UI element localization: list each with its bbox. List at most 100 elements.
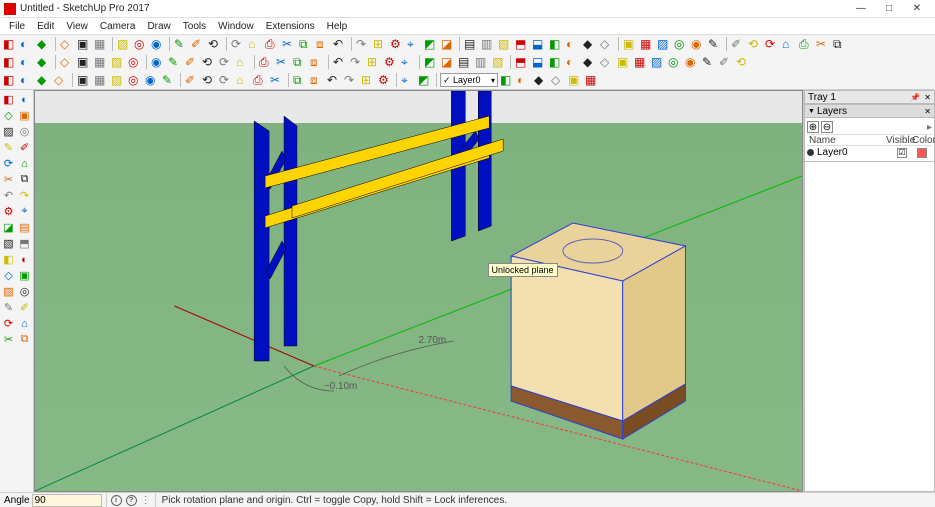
menu-tools[interactable]: Tools xyxy=(178,20,211,33)
paint-icon[interactable]: ◆ xyxy=(36,54,52,70)
ungrp-icon[interactable]: ◆ xyxy=(36,72,52,88)
sel-icon[interactable]: ◧ xyxy=(1,92,16,107)
list-icon[interactable]: ◪ xyxy=(440,36,456,52)
pencil-icon[interactable]: ◇ xyxy=(1,108,16,123)
hatch6-icon[interactable]: ◧ xyxy=(548,36,564,52)
sb5-icon[interactable]: ⧉ xyxy=(292,72,308,88)
menu-extensions[interactable]: Extensions xyxy=(261,20,320,33)
layer-visible-checkbox[interactable]: ☑ xyxy=(897,148,907,158)
knife-icon[interactable]: ✂ xyxy=(1,172,16,187)
l3-icon[interactable]: ⟲ xyxy=(201,72,217,88)
help-icon[interactable]: ? xyxy=(126,495,137,506)
pat5-icon[interactable]: ◉ xyxy=(690,36,706,52)
menu-view[interactable]: View xyxy=(61,20,93,33)
layer-color-swatch[interactable] xyxy=(917,148,927,158)
info-icon[interactable]: i xyxy=(111,495,122,506)
ax-icon[interactable]: ◐ xyxy=(17,252,32,267)
select-icon[interactable]: ◧ xyxy=(2,54,18,70)
la5-icon[interactable]: ▣ xyxy=(567,72,583,88)
cfg4-icon[interactable]: ✂ xyxy=(281,36,297,52)
iso3-icon[interactable]: ⊞ xyxy=(360,72,376,88)
foot-icon[interactable]: ✂ xyxy=(1,332,16,347)
house3-icon[interactable]: ⚙ xyxy=(389,36,405,52)
prot2-icon[interactable]: ▤ xyxy=(17,220,32,235)
view6-icon[interactable]: ▨ xyxy=(650,54,666,70)
sb2-icon[interactable]: ⌂ xyxy=(235,72,251,88)
sect-icon[interactable]: ✎ xyxy=(1,300,16,315)
layer-dropdown[interactable]: ✓ Layer0 xyxy=(440,73,498,87)
folder-icon[interactable]: ◆ xyxy=(36,36,52,52)
offset-icon[interactable]: ⟳ xyxy=(218,54,234,70)
img-icon[interactable]: ⬓ xyxy=(531,54,547,70)
plus-icon[interactable]: ◧ xyxy=(2,36,18,52)
iso1-icon[interactable]: ↶ xyxy=(326,72,342,88)
house4-icon[interactable]: ⌖ xyxy=(406,36,422,52)
sel2-icon[interactable]: ◧ xyxy=(2,72,18,88)
swirl1-icon[interactable]: ▨ xyxy=(1,124,16,139)
add-layer-button[interactable]: ⊕ xyxy=(807,121,819,133)
prot-icon[interactable]: ⧉ xyxy=(292,54,308,70)
rect2-icon[interactable]: ◎ xyxy=(127,72,143,88)
section-icon[interactable]: ⬒ xyxy=(514,54,530,70)
pan-icon[interactable]: ⊞ xyxy=(366,54,382,70)
sect2-icon[interactable]: ✐ xyxy=(17,300,32,315)
rrect-icon[interactable]: ◉ xyxy=(144,72,160,88)
la2-icon[interactable]: ◐ xyxy=(516,72,532,88)
sb1-icon[interactable]: ⟳ xyxy=(218,72,234,88)
line-icon[interactable]: ▨ xyxy=(110,54,126,70)
hatch2-icon[interactable]: ▥ xyxy=(480,36,496,52)
sun2-icon[interactable]: ⌂ xyxy=(17,316,32,331)
view10-icon[interactable]: ✐ xyxy=(718,54,734,70)
pat1-icon[interactable]: ▣ xyxy=(622,36,638,52)
cut-icon[interactable]: ▣ xyxy=(76,36,92,52)
text-icon[interactable]: ⎙ xyxy=(258,54,274,70)
view3-icon[interactable]: ◇ xyxy=(599,54,615,70)
dim2-icon[interactable]: ⬒ xyxy=(17,236,32,251)
menu-edit[interactable]: Edit xyxy=(32,20,59,33)
iso5-icon[interactable]: ⌖ xyxy=(400,72,416,88)
view4-icon[interactable]: ▣ xyxy=(616,54,632,70)
vcb-input[interactable]: 90 xyxy=(32,494,102,507)
la3-icon[interactable]: ◆ xyxy=(533,72,549,88)
move-icon[interactable]: ✎ xyxy=(167,54,183,70)
print-icon[interactable]: ✐ xyxy=(190,36,206,52)
delete-layer-button[interactable]: ⊖ xyxy=(821,121,833,133)
sun-icon[interactable]: ⟳ xyxy=(1,316,16,331)
curve-icon[interactable]: ✐ xyxy=(730,36,746,52)
orbit-icon[interactable]: ↷ xyxy=(349,54,365,70)
pie-icon[interactable]: ▨ xyxy=(110,72,126,88)
circle-icon[interactable]: ▣ xyxy=(76,54,92,70)
sb6-icon[interactable]: ⧈ xyxy=(309,72,325,88)
erase-icon[interactable]: ▣ xyxy=(17,108,32,123)
style2-icon[interactable]: ▤ xyxy=(457,54,473,70)
free-icon[interactable]: ◎ xyxy=(127,54,143,70)
prev-icon[interactable]: ◩ xyxy=(423,54,439,70)
tape2-icon[interactable]: ◪ xyxy=(1,220,16,235)
delete-icon[interactable]: ◎ xyxy=(133,36,149,52)
hatch3-icon[interactable]: ▧ xyxy=(497,36,513,52)
save-icon[interactable]: ◇ xyxy=(59,36,75,52)
c2-icon[interactable]: ▣ xyxy=(76,72,92,88)
look-icon[interactable]: ▣ xyxy=(17,268,32,283)
anim-icon[interactable]: ◧ xyxy=(548,54,564,70)
swirl2-icon[interactable]: ◎ xyxy=(17,124,32,139)
hatch8-icon[interactable]: ◆ xyxy=(582,36,598,52)
pat4-icon[interactable]: ◎ xyxy=(673,36,689,52)
pat6-icon[interactable]: ✎ xyxy=(707,36,723,52)
redo-icon[interactable]: ✎ xyxy=(173,36,189,52)
paint2-icon[interactable]: ⚙ xyxy=(1,204,16,219)
rect-icon[interactable]: ◇ xyxy=(59,54,75,70)
pat3-icon[interactable]: ▨ xyxy=(656,36,672,52)
dim-icon[interactable]: ✂ xyxy=(275,54,291,70)
tray-close-icon[interactable]: ✕ xyxy=(924,93,931,102)
pgn5-icon[interactable]: ✂ xyxy=(815,36,831,52)
copy-icon[interactable]: ▦ xyxy=(93,36,109,52)
cfg2-icon[interactable]: ⌂ xyxy=(247,36,263,52)
cfg7-icon[interactable]: ↶ xyxy=(332,36,348,52)
menu-camera[interactable]: Camera xyxy=(95,20,141,33)
view1-icon[interactable]: ◐ xyxy=(565,54,581,70)
menu-window[interactable]: Window xyxy=(213,20,259,33)
style1-icon[interactable]: ◪ xyxy=(440,54,456,70)
walk-icon[interactable]: ↶ xyxy=(332,54,348,70)
sb3-icon[interactable]: ⎙ xyxy=(252,72,268,88)
